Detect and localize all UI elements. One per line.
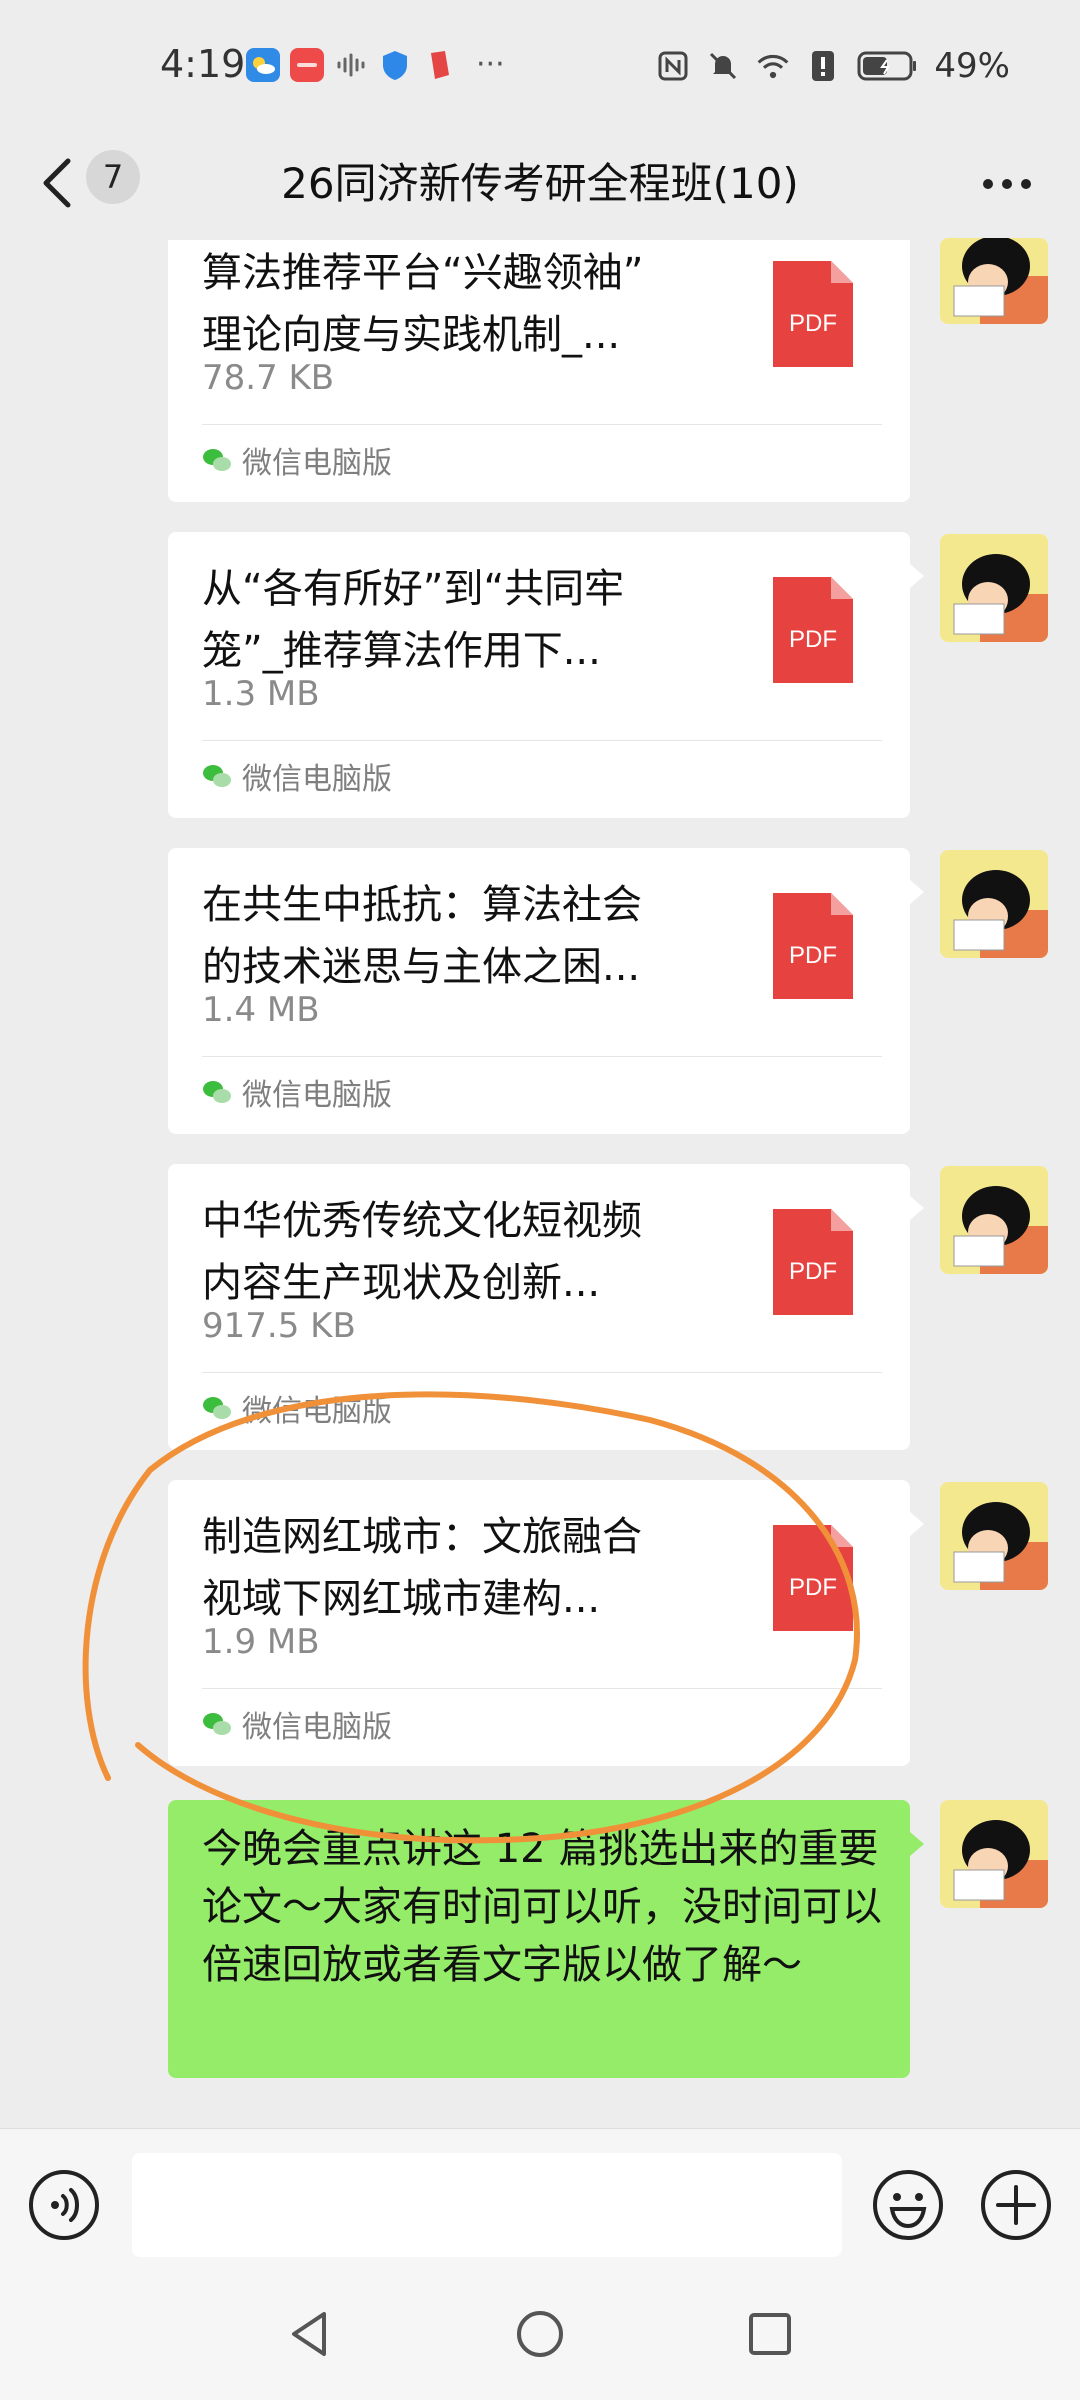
wechat-icon (203, 1397, 231, 1419)
svg-text:PDF: PDF (789, 310, 837, 337)
system-icons: 49% (656, 46, 1010, 86)
avatar[interactable] (940, 1166, 1048, 1274)
avatar[interactable] (940, 1800, 1048, 1908)
more-notifications-icon: ··· (476, 47, 505, 82)
svg-text:PDF: PDF (789, 1258, 837, 1285)
system-nav-bar (0, 2278, 1080, 2400)
file-message-card[interactable]: 在共生中抵抗：算法社会 的技术迷思与主体之困... 1.4 MB PDF 微信电… (168, 848, 924, 1134)
shield-icon (378, 48, 412, 82)
file-message-card[interactable]: 从“各有所好”到“共同牢 笼”_推荐算法作用下... 1.3 MB PDF 微信… (168, 532, 924, 818)
nfc-icon (656, 49, 690, 83)
mute-icon (706, 49, 740, 83)
avatar[interactable] (940, 850, 1048, 958)
alert-icon (806, 49, 840, 83)
pdf-file-icon: PDF (773, 577, 853, 683)
wechat-icon (203, 1081, 231, 1103)
file-source: 微信电脑版 (202, 1386, 392, 1430)
wechat-icon (203, 449, 231, 471)
file-size: 78.7 KB (202, 358, 335, 398)
nav-recents-icon[interactable] (740, 2304, 800, 2364)
app-icon (422, 48, 456, 82)
input-bar (0, 2128, 1080, 2278)
chat-title: 26同济新传考研全程班(10) (281, 159, 799, 208)
avatar[interactable] (940, 534, 1048, 642)
voice-input-icon[interactable] (28, 2169, 100, 2241)
message-input[interactable] (132, 2153, 842, 2257)
nav-home-icon[interactable] (510, 2304, 570, 2364)
file-size: 1.9 MB (202, 1622, 320, 1662)
message-text: 今晚会重点讲这 12 篇挑选出来的重要论文～大家有时间可以听，没时间可以倍速回放… (202, 1826, 882, 1988)
emoji-icon[interactable] (872, 2169, 944, 2241)
svg-text:PDF: PDF (789, 942, 837, 969)
svg-text:PDF: PDF (789, 626, 837, 653)
file-message-card[interactable]: 制造网红城市：文旅融合 视域下网红城市建构... 1.9 MB PDF 微信电脑… (168, 1480, 924, 1766)
pdf-file-icon: PDF (773, 893, 853, 999)
pdf-file-icon: PDF (773, 261, 853, 367)
notification-icons: ··· (246, 48, 505, 82)
status-bar: 4:19 ··· 49% (0, 0, 1080, 135)
card-divider (202, 424, 882, 425)
huawei-app-icon (290, 48, 324, 82)
battery-percent: 49% (934, 46, 1010, 86)
wechat-icon (203, 1713, 231, 1735)
card-divider (202, 1056, 882, 1057)
file-size: 1.3 MB (202, 674, 320, 714)
file-name: 从“各有所好”到“共同牢 笼”_推荐算法作用下... (202, 566, 625, 674)
file-size: 1.4 MB (202, 990, 320, 1030)
status-time: 4:19 (160, 42, 246, 86)
battery-icon (856, 49, 918, 83)
file-size: 917.5 KB (202, 1306, 356, 1346)
pdf-file-icon: PDF (773, 1525, 853, 1631)
wechat-icon (203, 765, 231, 787)
file-name: 在共生中抵抗：算法社会 的技术迷思与主体之困... (202, 882, 642, 990)
audio-wave-icon (334, 48, 368, 82)
more-options-icon[interactable] (982, 172, 1032, 190)
wifi-icon (756, 49, 790, 83)
file-source: 微信电脑版 (202, 754, 392, 798)
plus-icon[interactable] (980, 2169, 1052, 2241)
text-message-bubble[interactable]: 今晚会重点讲这 12 篇挑选出来的重要论文～大家有时间可以听，没时间可以倍速回放… (168, 1800, 924, 2078)
file-source: 微信电脑版 (202, 1070, 392, 1114)
svg-text:PDF: PDF (789, 1574, 837, 1601)
file-name: 制造网红城市：文旅融合 视域下网红城市建构... (202, 1514, 642, 1622)
avatar[interactable] (940, 1482, 1048, 1590)
file-source: 微信电脑版 (202, 1702, 392, 1746)
file-message-card[interactable]: 算法推荐平台“兴趣领袖” 理论向度与实践机制_... 78.7 KB PDF 微… (168, 240, 910, 502)
file-source: 微信电脑版 (202, 438, 392, 482)
weather-icon (246, 48, 280, 82)
card-divider (202, 740, 882, 741)
nav-back-icon[interactable] (280, 2304, 340, 2364)
file-message-card[interactable]: 中华优秀传统文化短视频 内容生产现状及创新... 917.5 KB PDF 微信… (168, 1164, 924, 1450)
file-name: 算法推荐平台“兴趣领袖” 理论向度与实践机制_... (202, 250, 644, 358)
file-name: 中华优秀传统文化短视频 内容生产现状及创新... (202, 1198, 642, 1306)
pdf-file-icon: PDF (773, 1209, 853, 1315)
card-divider (202, 1372, 882, 1373)
avatar[interactable] (940, 238, 1048, 324)
card-divider (202, 1688, 882, 1689)
